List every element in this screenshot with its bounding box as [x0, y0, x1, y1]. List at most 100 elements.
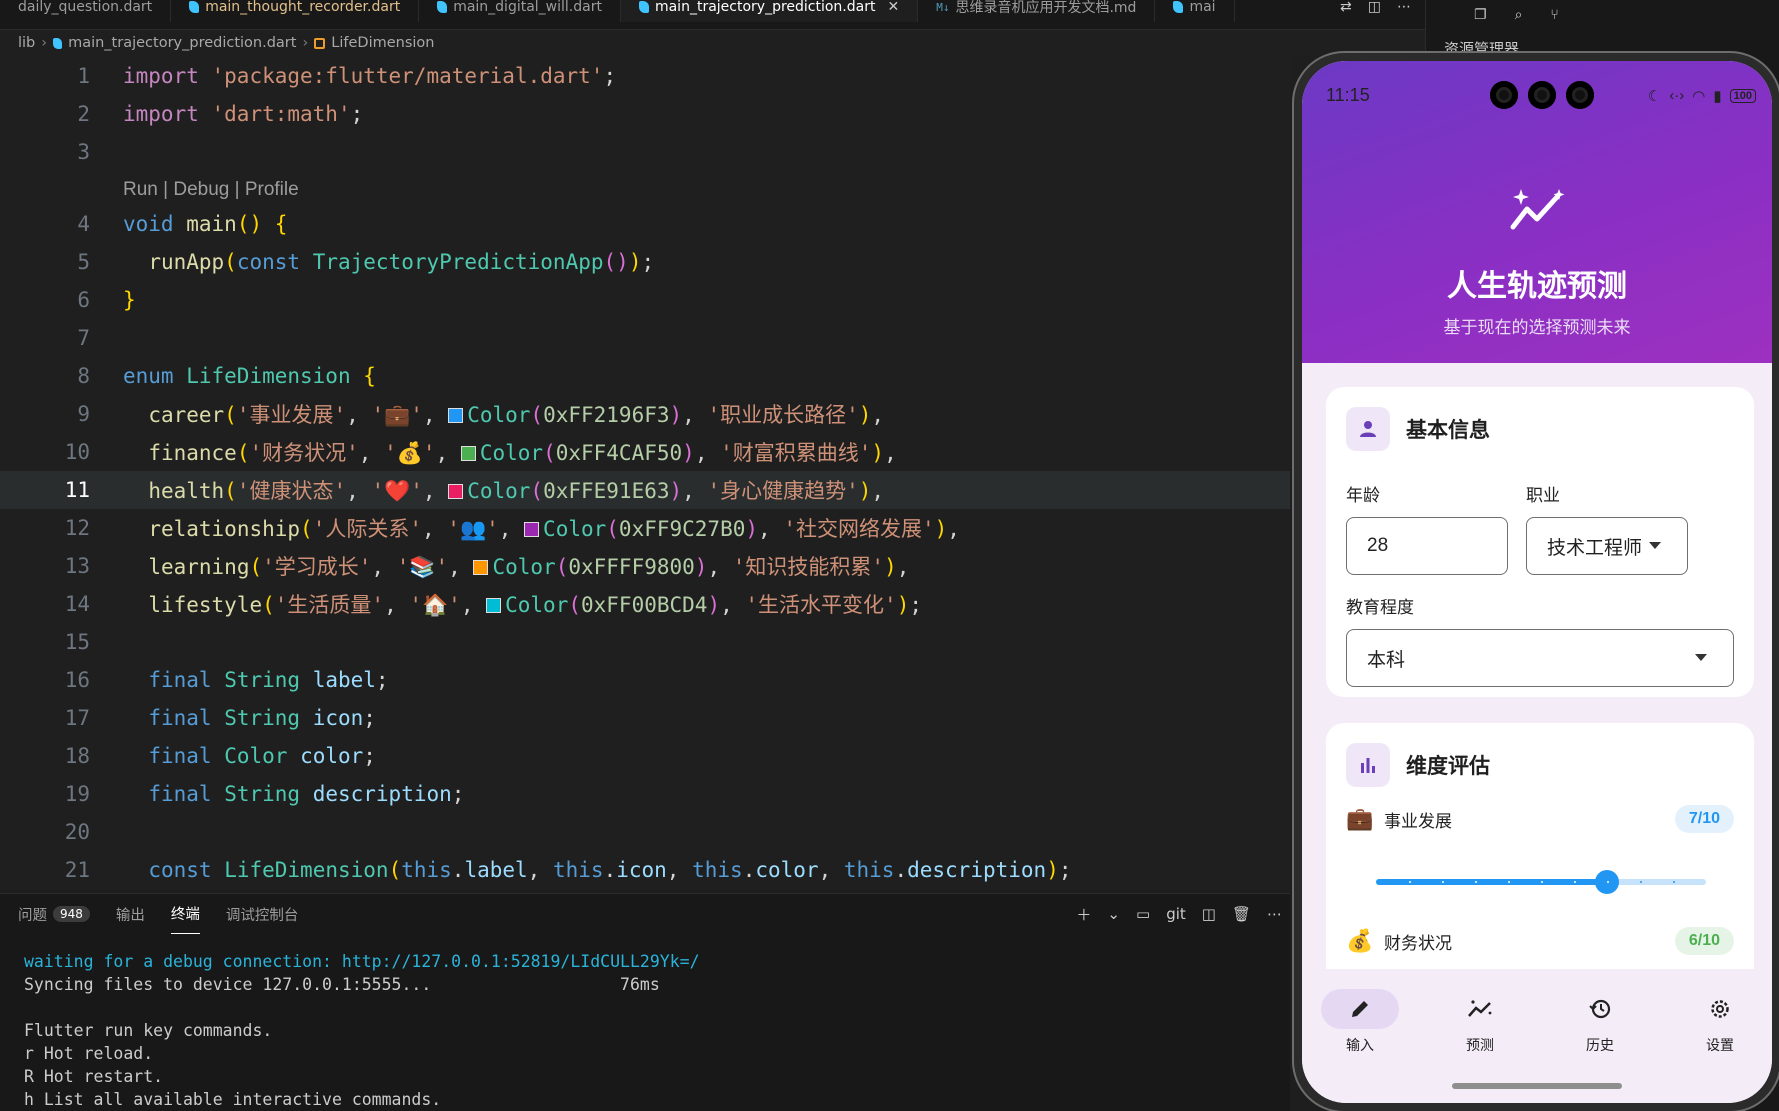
job-dropdown[interactable]: 技术工程师: [1526, 517, 1688, 575]
more-actions-icon[interactable]: ⋯: [1397, 0, 1411, 15]
breadcrumb-symbol[interactable]: LifeDimension: [331, 35, 434, 51]
code-text: career('事业发展', '💼', Color(0xFF2196F3), '…: [148, 403, 885, 427]
dropdown-arrow-icon: [1649, 542, 1661, 549]
terminal-line: Syncing files to device 127.0.0.1:5555..…: [24, 975, 660, 994]
code-editor[interactable]: 1 import 'package:flutter/material.dart';…: [0, 56, 1290, 890]
source-control-icon[interactable]: ⑂: [1550, 7, 1558, 23]
breadcrumb-file[interactable]: main_trajectory_prediction.dart: [68, 35, 296, 51]
tab-output[interactable]: 输出: [116, 894, 145, 934]
code-line[interactable]: 4 void main() {: [0, 205, 1290, 243]
line-number: 11: [64, 478, 90, 502]
dropdown-arrow-icon: [1695, 654, 1707, 661]
education-value: 本科: [1367, 649, 1406, 671]
tab-debug-console[interactable]: 调试控制台: [226, 894, 299, 934]
breadcrumb: lib › main_trajectory_prediction.dart › …: [0, 30, 1425, 56]
card-title: 维度评估: [1406, 755, 1490, 778]
money-bag-icon: 💰: [1346, 928, 1374, 953]
code-line[interactable]: 1 import 'package:flutter/material.dart';: [0, 57, 1290, 95]
app-subtitle: 基于现在的选择预测未来: [1443, 318, 1631, 337]
code-line[interactable]: 15: [0, 623, 1290, 661]
nav-input[interactable]: 输入: [1320, 989, 1400, 1055]
tab-label: main_thought_recorder.dart: [205, 0, 401, 15]
code-line[interactable]: 10 finance('财务状况', '💰', Color(0xFF4CAF50…: [0, 433, 1290, 471]
split-terminal-icon[interactable]: ◫: [1202, 905, 1216, 923]
color-swatch[interactable]: [448, 408, 464, 423]
dimension-label: 财务状况: [1384, 933, 1452, 953]
add-terminal-icon[interactable]: ＋: [1076, 904, 1091, 925]
bar-chart-icon: [1346, 743, 1390, 787]
code-line[interactable]: 9 career('事业发展', '💼', Color(0xFF2196F3),…: [0, 395, 1290, 433]
code-line[interactable]: 19 final String description;: [0, 775, 1290, 813]
code-line[interactable]: 11 health('健康状态', '❤️', Color(0xFFE91E63…: [0, 471, 1290, 509]
terminal-profile-label[interactable]: git: [1166, 905, 1186, 923]
trash-icon[interactable]: 🗑: [1232, 905, 1251, 923]
home-indicator[interactable]: [1452, 1083, 1622, 1089]
tab-dev-doc[interactable]: M↓ 思维录音机应用开发文档.md: [918, 0, 1156, 22]
files-icon[interactable]: ❐: [1474, 7, 1487, 23]
more-actions-icon[interactable]: ⋯: [1267, 905, 1282, 923]
code-text: final String icon;: [148, 706, 376, 730]
code-line[interactable]: 20: [0, 813, 1290, 851]
age-label: 年龄: [1346, 486, 1380, 505]
tab-trajectory-prediction[interactable]: main_trajectory_prediction.dart ✕: [620, 0, 919, 22]
code-line[interactable]: 6}: [0, 281, 1290, 319]
tab-digital-will[interactable]: main_digital_will.dart: [419, 0, 621, 22]
tab-overflow[interactable]: mai: [1155, 0, 1235, 22]
terminal-output[interactable]: waiting for a debug connection: http://1…: [0, 934, 1290, 1111]
codelens[interactable]: Run | Debug | Profile: [0, 171, 1290, 209]
code-line[interactable]: 21 const LifeDimension(this.label, this.…: [0, 851, 1290, 889]
line-number: 10: [64, 440, 90, 464]
tab-label: 输出: [115, 907, 145, 924]
code-line[interactable]: 13 learning('学习成长', '📚', Color(0xFFFF980…: [0, 547, 1290, 585]
terminal-line: h List all available interactive command…: [24, 1090, 442, 1109]
close-icon[interactable]: ✕: [887, 0, 899, 15]
tab-thought-recorder[interactable]: main_thought_recorder.dart: [171, 0, 420, 22]
nav-settings[interactable]: 设置: [1680, 989, 1760, 1055]
age-field[interactable]: 28: [1346, 517, 1508, 575]
tab-daily-question[interactable]: daily_question.dart: [0, 0, 172, 22]
code-line[interactable]: 7: [0, 319, 1290, 357]
search-icon[interactable]: ⌕: [1515, 7, 1523, 23]
history-icon: [1561, 989, 1639, 1029]
dimension-slider[interactable]: [1376, 870, 1706, 894]
code-line[interactable]: 16 final String label;: [0, 661, 1290, 699]
code-line[interactable]: 18 final Color color;: [0, 737, 1290, 775]
compare-icon[interactable]: ⇄: [1340, 0, 1352, 15]
color-swatch[interactable]: [460, 446, 476, 461]
education-dropdown[interactable]: 本科: [1346, 629, 1734, 687]
slider-tick: [1640, 881, 1642, 883]
tab-terminal[interactable]: 终端: [170, 894, 200, 934]
tab-problems[interactable]: 问题 948: [18, 894, 90, 934]
vscode-window: daily_question.dart main_thought_recorde…: [0, 0, 1779, 1111]
job-label: 职业: [1526, 486, 1560, 505]
terminal-line: r Hot reload.: [24, 1044, 154, 1063]
nav-history[interactable]: 历史: [1560, 989, 1640, 1055]
tab-label: daily_question.dart: [18, 0, 153, 15]
line-number: 18: [64, 744, 90, 768]
nav-label: 预测: [1466, 1037, 1494, 1053]
code-line[interactable]: 8 enum LifeDimension {: [0, 357, 1290, 395]
codelens-text[interactable]: Run | Debug | Profile: [123, 179, 299, 201]
chevron-down-icon[interactable]: ⌄: [1107, 905, 1120, 923]
tab-label: main_trajectory_prediction.dart: [654, 0, 876, 15]
code-text: health('健康状态', '❤️', Color(0xFFE91E63), …: [148, 479, 885, 503]
nav-predict[interactable]: 预测: [1440, 989, 1520, 1055]
line-number: 19: [64, 782, 90, 806]
color-swatch[interactable]: [473, 560, 489, 575]
terminal-line: R Hot restart.: [24, 1067, 164, 1086]
split-editor-icon[interactable]: ◫: [1368, 0, 1381, 15]
code-line[interactable]: 2 import 'dart:math';: [0, 95, 1290, 133]
tab-label: 终端: [170, 907, 200, 923]
code-line[interactable]: 3: [0, 133, 1290, 171]
code-text: enum LifeDimension {: [123, 364, 376, 388]
code-line[interactable]: 5 runApp(const TrajectoryPredictionApp()…: [0, 243, 1290, 281]
color-swatch[interactable]: [486, 598, 502, 613]
code-line[interactable]: 17 final String icon;: [0, 699, 1290, 737]
color-swatch[interactable]: [448, 484, 464, 499]
card-title: 基本信息: [1406, 419, 1490, 442]
tab-label: 问题: [18, 907, 47, 924]
breadcrumb-folder[interactable]: lib: [18, 35, 35, 51]
code-line[interactable]: 14 lifestyle('生活质量', '🏠', Color(0xFF00BC…: [0, 585, 1290, 623]
code-line[interactable]: 12 relationship('人际关系', '👥', Color(0xFF9…: [0, 509, 1290, 547]
color-swatch[interactable]: [524, 522, 540, 537]
